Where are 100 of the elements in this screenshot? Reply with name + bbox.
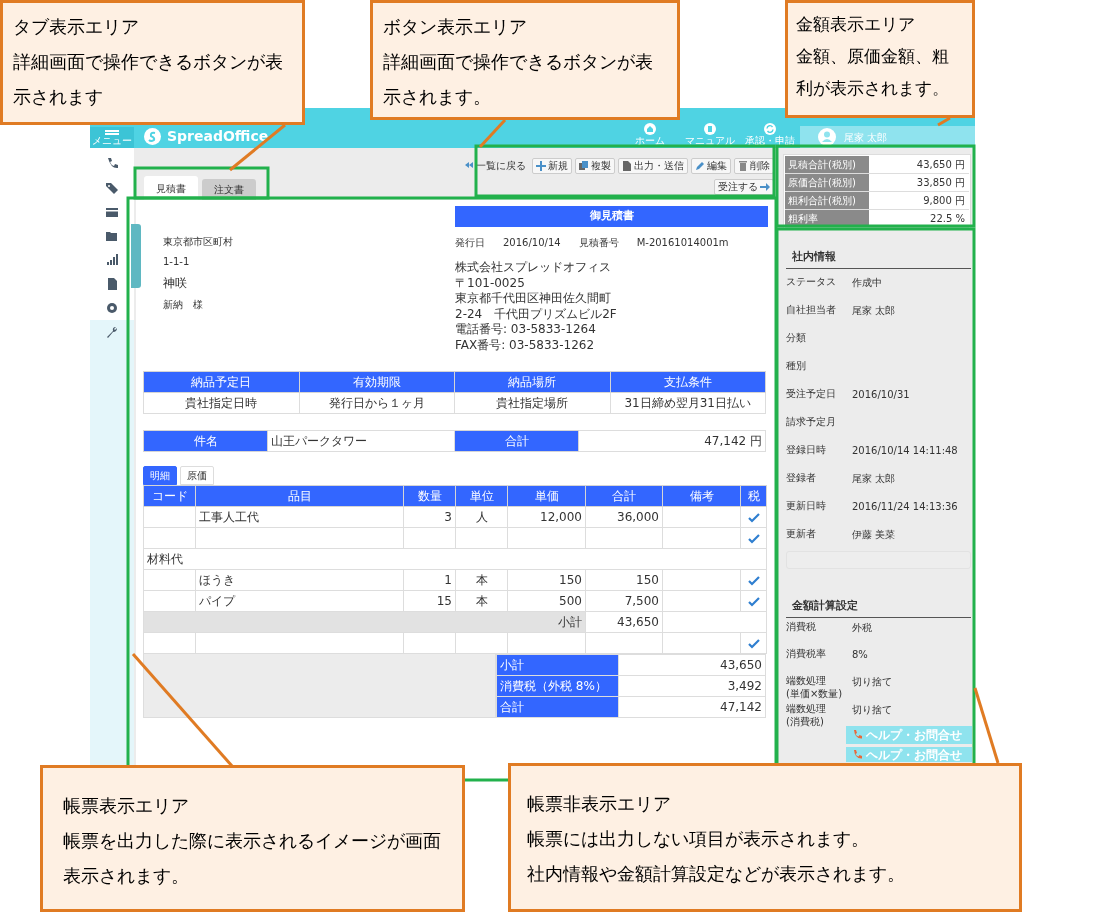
logo-text: SpreadOffice: [167, 126, 269, 146]
table-cell: ほうき: [195, 569, 404, 591]
cycle-icon: [764, 123, 776, 135]
avatar-icon: [818, 128, 836, 146]
company-address: 2-24 千代田プリズムビル2F: [455, 306, 618, 323]
field-label: 更新者: [786, 526, 817, 541]
action-button[interactable]: 新規: [532, 158, 572, 174]
total-value: 43,650: [618, 654, 766, 676]
document-icon: [105, 277, 119, 291]
field-value: 伊藤 美菜: [852, 527, 896, 542]
field-value: 尾家 太郎: [852, 471, 896, 486]
company-address: 東京都千代田区神田佐久間町: [455, 291, 612, 307]
callout-text: 詳細画面で操作できるボタンが表示されます。: [383, 50, 654, 110]
pencil-icon: [695, 161, 705, 171]
trash-icon: [738, 161, 748, 171]
meta-value: 2016/10/14: [503, 235, 561, 250]
table-cell: 山王パークタワー: [267, 430, 455, 452]
table-cell: 47,142 円: [578, 430, 766, 452]
phone-icon: [105, 157, 119, 171]
field-value: 切り捨て: [852, 674, 892, 689]
field-label: 消費税: [786, 619, 817, 633]
field-label: 自社担当者: [786, 302, 837, 317]
field-label: 登録日時: [786, 442, 827, 457]
back-icon: [464, 161, 474, 171]
field-label: 更新日時: [786, 498, 827, 513]
card-icon: [105, 205, 119, 219]
side-panel-handle[interactable]: [131, 224, 141, 288]
row-header: 合計: [454, 430, 579, 452]
callout-text: 詳細画面で操作できるボタンが表示されます: [13, 50, 284, 110]
callout-title: 金額表示エリア: [796, 14, 916, 36]
field-label: 端数処理 (消費税): [786, 701, 827, 728]
document-tab[interactable]: 見積書: [144, 176, 198, 200]
column-header: 税: [740, 485, 767, 507]
total-label: 小計: [496, 654, 619, 676]
bar-chart-icon: [105, 253, 119, 267]
back-link[interactable]: 一覧に戻る: [461, 159, 529, 173]
callout-text: 社内情報や金額計算設定などが表示されます。: [527, 862, 906, 887]
wrench-icon: [105, 325, 119, 339]
column-header: コード: [143, 485, 196, 507]
meta-label: 見積番号: [578, 235, 619, 250]
field-label: 種別: [786, 358, 807, 373]
column-header: 支払条件: [610, 371, 766, 393]
detail-tab[interactable]: 明細: [143, 466, 177, 486]
meta-label: 発行日: [455, 235, 485, 250]
table-cell: パイプ: [195, 590, 404, 612]
action-button[interactable]: 受注する: [714, 179, 774, 195]
meta-value: M-20161014001m: [636, 235, 729, 250]
section-label: 材料代: [143, 548, 767, 570]
customer-address: 神咲: [163, 275, 188, 292]
callout-text: 帳票を出力した際に表示されるイメージが画面表示されます。: [63, 829, 442, 889]
total-label: 消費税（外税 8%）: [496, 675, 619, 697]
customer-address: 新納 様: [163, 298, 204, 312]
settings-icon: [105, 301, 119, 315]
field-value: 2016/10/31: [852, 387, 910, 402]
action-button[interactable]: 複製: [575, 158, 615, 174]
amount-value: 33,850 円: [915, 176, 966, 190]
table-cell: 貴社指定日時: [143, 392, 299, 414]
detail-tab[interactable]: 原価: [180, 466, 214, 486]
callout-text: 帳票には出力しない項目が表示されます。: [527, 827, 870, 852]
column-header: 数量: [403, 485, 456, 507]
amount-value: 22.5 %: [929, 212, 966, 226]
table-cell: 工事人工代: [195, 506, 404, 528]
row-header: 件名: [143, 430, 268, 452]
company-name: 株式会社スプレッドオフィス: [455, 258, 612, 276]
amount-label: 粗利合計(税別): [785, 192, 869, 209]
field-value: 外税: [852, 620, 872, 635]
company-address: 電話番号: 03-5833-1264: [455, 322, 597, 338]
column-header: 単価: [507, 485, 586, 507]
logo-icon: [144, 127, 161, 145]
subtotal-label: 小計: [143, 611, 586, 633]
company-address: FAX番号: 03-5833-1262: [455, 337, 596, 354]
field-value: 2016/10/14 14:11:48: [852, 443, 958, 458]
action-button[interactable]: 削除: [734, 158, 774, 174]
menu-icon: [105, 130, 119, 135]
tag-icon: [105, 181, 119, 195]
callout-title: タブ表示エリア: [13, 15, 140, 39]
customer-address: 東京都市区町村: [163, 235, 234, 249]
document-icon: [622, 161, 632, 171]
field-label: 分類: [786, 330, 807, 345]
document-title: 御見積書: [455, 206, 768, 227]
column-header: 品目: [195, 485, 404, 507]
field-value: 切り捨て: [852, 702, 892, 717]
total-label: 合計: [496, 696, 619, 718]
section-title: 金額計算設定: [786, 594, 971, 618]
home-icon: [644, 123, 656, 135]
callout-title: 帳票表示エリア: [63, 794, 190, 818]
field-label: 消費税率: [786, 646, 827, 660]
callout-title: ボタン表示エリア: [383, 15, 528, 39]
amount-label: 原価合計(税別): [785, 174, 869, 191]
phone-icon: [852, 730, 862, 740]
field-label: 受注予定日: [786, 386, 837, 401]
field-label: 端数処理 (単価×数量): [786, 673, 844, 700]
column-header: 備考: [662, 485, 741, 507]
action-button[interactable]: 編集: [691, 158, 731, 174]
field-value: 作成中: [852, 275, 882, 290]
field-label: 登録者: [786, 470, 817, 485]
column-header: 納品予定日: [143, 371, 299, 393]
amount-value: 43,650 円: [915, 158, 966, 172]
action-button[interactable]: 出力・送信: [618, 158, 688, 174]
amount-label: 見積合計(税別): [785, 156, 869, 173]
